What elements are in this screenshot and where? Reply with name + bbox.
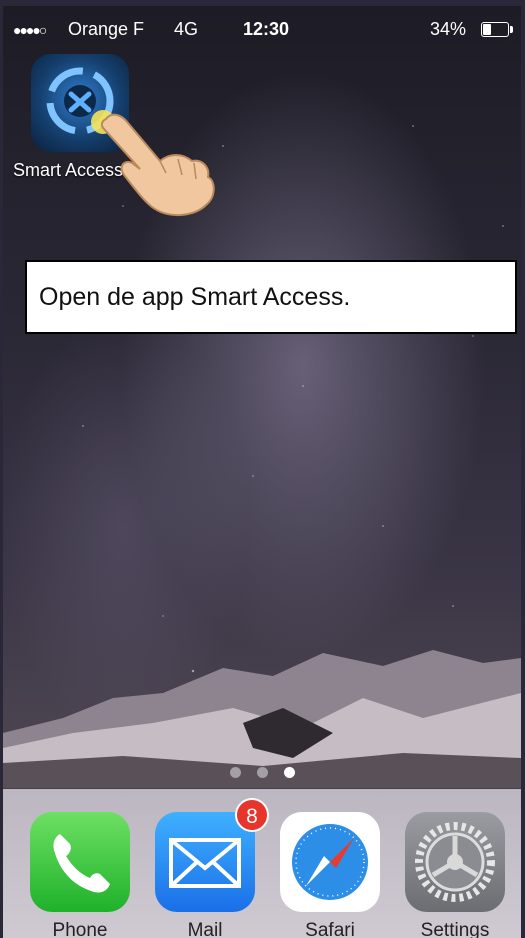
wallpaper-mountains bbox=[3, 650, 521, 788]
dock-label-mail: Mail bbox=[187, 920, 223, 938]
dock-label-phone: Phone bbox=[52, 920, 108, 938]
signal-strength: ●●●●○ bbox=[13, 22, 47, 38]
home-screen: ●●●●○ Orange F 4G 12:30 34% Smart Access… bbox=[3, 6, 521, 938]
battery-level bbox=[483, 24, 492, 35]
page-dot[interactable] bbox=[256, 767, 268, 778]
phone-icon[interactable] bbox=[30, 812, 130, 912]
instruction-callout: Open de app Smart Access. bbox=[25, 260, 517, 334]
dock-app-settings[interactable]: Settings bbox=[405, 812, 505, 938]
dock-app-mail[interactable]: 8 Mail bbox=[155, 798, 269, 938]
battery-percent: 34% bbox=[430, 19, 467, 39]
dock: Phone 8 Mail Safari Settings bbox=[3, 789, 521, 938]
battery-icon bbox=[481, 22, 513, 37]
status-bar: ●●●●○ Orange F 4G 12:30 34% bbox=[3, 6, 521, 46]
safari-icon[interactable] bbox=[280, 812, 380, 912]
mail-unread-badge: 8 bbox=[235, 798, 269, 832]
clock: 12:30 bbox=[243, 19, 290, 39]
network-type: 4G bbox=[174, 19, 199, 39]
page-dot[interactable] bbox=[229, 767, 241, 778]
settings-icon[interactable] bbox=[405, 812, 505, 912]
dock-label-safari: Safari bbox=[305, 920, 355, 938]
page-dot-active[interactable] bbox=[283, 767, 295, 778]
page-indicator[interactable] bbox=[3, 767, 521, 779]
instruction-text: Open de app Smart Access. bbox=[39, 283, 351, 311]
pointing-hand-icon bbox=[100, 113, 215, 216]
dock-app-phone[interactable]: Phone bbox=[30, 812, 130, 938]
dock-app-safari[interactable]: Safari bbox=[280, 812, 380, 938]
carrier-name: Orange F bbox=[68, 19, 145, 39]
dock-label-settings: Settings bbox=[420, 920, 490, 938]
